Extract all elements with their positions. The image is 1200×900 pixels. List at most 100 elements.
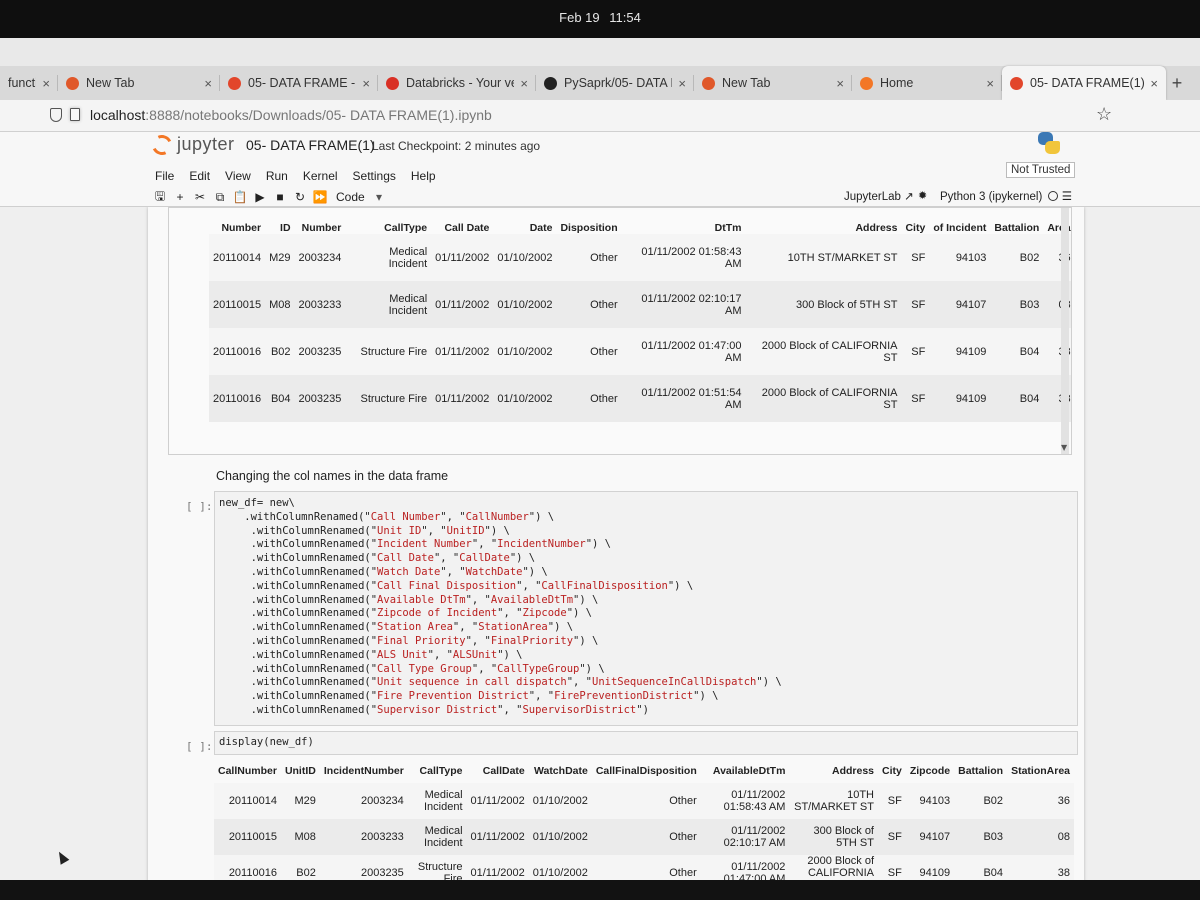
trust-status-button[interactable]: Not Trusted xyxy=(1006,162,1076,178)
table-cell: B02 xyxy=(990,234,1044,281)
output-table-1[interactable]: Number ID Number CallType Call Date Date Dispo… xyxy=(168,207,1072,455)
code-string: Fire Prevention District xyxy=(377,690,529,703)
menu-item-run[interactable]: Run xyxy=(266,169,288,183)
page-icon[interactable] xyxy=(70,108,80,121)
copy-icon[interactable]: ⧉ xyxy=(210,190,230,205)
add-cell-icon[interactable]: + xyxy=(170,190,190,204)
code-cell-rename[interactable]: new_df= new\ .withColumnRenamed("Call Nu… xyxy=(214,491,1078,726)
code-string: Unit ID xyxy=(377,524,422,537)
column-header[interactable]: Number xyxy=(209,208,265,234)
menu-item-view[interactable]: View xyxy=(225,169,251,183)
column-header[interactable]: of Incident xyxy=(929,208,990,234)
close-icon[interactable]: × xyxy=(362,76,370,91)
output-table-2[interactable]: CallNumber UnitID IncidentNumber CallType Ca… xyxy=(214,759,1084,900)
table-cell: 2003234 xyxy=(294,234,346,281)
code-string: Call Date xyxy=(377,552,434,565)
run-icon[interactable]: ▶ xyxy=(250,190,270,204)
column-header[interactable]: Battalion xyxy=(954,759,1007,783)
cell-type-select[interactable]: Code xyxy=(336,190,396,204)
browser-tab[interactable]: 05- DATA FRAME - Data × xyxy=(220,66,378,100)
menu-bar: File Edit View Run Kernel Settings Help xyxy=(155,169,436,183)
table-cell: 300 Block of 5TH ST xyxy=(745,281,902,328)
column-header[interactable]: CallNumber xyxy=(214,759,281,783)
column-header[interactable]: Date xyxy=(493,208,556,234)
code-string: Zipcode of Incident xyxy=(377,607,498,620)
scroll-down-icon[interactable]: ▼ xyxy=(1061,443,1067,452)
browser-tab[interactable]: functio × xyxy=(0,66,58,100)
system-clock[interactable]: Feb 19 11:54 xyxy=(0,10,1200,25)
table-cell: 01/11/2002 01:51:54 AM xyxy=(621,375,746,422)
browser-tab[interactable]: 05- DATA FRAME(1) × xyxy=(1002,66,1166,100)
browser-tab[interactable]: Home × xyxy=(852,66,1002,100)
url-text[interactable]: localhost:8888/notebooks/Downloads/05- D… xyxy=(90,107,492,123)
kernel-idle-icon xyxy=(1048,191,1059,201)
jupyterlab-link[interactable]: JupyterLab ↗ xyxy=(844,189,914,203)
tab-strip: functio×New Tab×05- DATA FRAME - Data×Da… xyxy=(0,66,1200,100)
column-header[interactable]: CallType xyxy=(408,759,467,783)
column-header[interactable]: Zipcode xyxy=(906,759,954,783)
debugger-bug-icon[interactable]: ✹ xyxy=(918,189,927,202)
fast-forward-icon[interactable]: ⏩ xyxy=(310,190,330,204)
table-cell: 20110014 xyxy=(214,783,281,819)
table-cell: 10TH ST/MARKET ST xyxy=(789,783,878,819)
column-header[interactable]: WatchDate xyxy=(529,759,592,783)
kernel-menu-icon[interactable]: ☰ xyxy=(1062,191,1072,203)
menu-item-help[interactable]: Help xyxy=(411,169,436,183)
menu-item-edit[interactable]: Edit xyxy=(189,169,210,183)
paste-icon[interactable]: 📋 xyxy=(230,190,250,204)
browser-tab[interactable]: New Tab × xyxy=(58,66,220,100)
cut-icon[interactable]: ✂ xyxy=(190,190,210,204)
browser-tab[interactable]: New Tab × xyxy=(694,66,852,100)
markdown-cell[interactable]: Changing the col names in the data frame xyxy=(216,469,448,483)
menu-item-settings[interactable]: Settings xyxy=(353,169,396,183)
code-string: Call Type Group xyxy=(377,662,472,675)
kernel-status[interactable]: Python 3 (ipykernel) ☰ xyxy=(940,189,1072,203)
output-scrollbar[interactable]: ▼ xyxy=(1061,208,1069,454)
table-cell: 08 xyxy=(1007,819,1074,855)
code-cell-display[interactable]: display(new_df) xyxy=(214,731,1078,755)
column-header[interactable]: AvailableDtTm xyxy=(701,759,790,783)
column-header[interactable]: DtTm xyxy=(622,208,746,234)
menu-item-kernel[interactable]: Kernel xyxy=(303,169,338,183)
save-icon[interactable]: 🖫 xyxy=(150,187,170,208)
close-icon[interactable]: × xyxy=(986,76,994,91)
code-string: Call Number xyxy=(370,510,441,523)
close-icon[interactable]: × xyxy=(1150,76,1158,91)
column-header[interactable]: Address xyxy=(746,208,902,234)
column-header[interactable]: StationArea xyxy=(1007,759,1074,783)
notebook-area[interactable]: Number ID Number CallType Call Date Date Dispo… xyxy=(0,207,1200,900)
column-header[interactable]: ID xyxy=(265,208,294,234)
column-header[interactable]: CallDate xyxy=(467,759,529,783)
column-header[interactable]: City xyxy=(901,208,929,234)
column-header[interactable]: CallType xyxy=(345,208,431,234)
column-header[interactable]: City xyxy=(878,759,906,783)
new-tab-button[interactable]: + xyxy=(1166,66,1188,100)
close-icon[interactable]: × xyxy=(42,76,50,91)
table-cell: Medical Incident xyxy=(407,783,467,819)
stop-icon[interactable]: ■ xyxy=(270,190,290,204)
notebook-title[interactable]: 05- DATA FRAME(1) xyxy=(246,137,375,153)
column-header[interactable]: Number xyxy=(295,208,346,234)
close-icon[interactable]: × xyxy=(836,76,844,91)
code-string: CallNumber xyxy=(465,510,529,523)
column-header[interactable]: Call Date xyxy=(431,208,493,234)
menu-item-file[interactable]: File xyxy=(155,169,174,183)
shield-icon[interactable] xyxy=(50,108,62,122)
column-header[interactable]: Battalion xyxy=(990,208,1043,234)
jupyter-logo[interactable]: jupyter xyxy=(149,131,235,158)
browser-tab-label: Databricks - Your verifi xyxy=(406,76,515,90)
column-header[interactable]: IncidentNumber xyxy=(320,759,408,783)
close-icon[interactable]: × xyxy=(678,76,686,91)
column-header[interactable]: Disposition xyxy=(556,208,621,234)
close-icon[interactable]: × xyxy=(520,76,528,91)
bookmark-star-icon[interactable]: ☆ xyxy=(1096,104,1112,125)
table-cell: M08 xyxy=(265,281,295,328)
browser-tab[interactable]: PySaprk/05- DATA FRA × xyxy=(536,66,694,100)
column-header[interactable]: CallFinalDisposition xyxy=(592,759,701,783)
restart-icon[interactable]: ↻ xyxy=(290,190,310,204)
column-header[interactable]: UnitID xyxy=(281,759,320,783)
browser-tab[interactable]: Databricks - Your verifi × xyxy=(378,66,536,100)
address-bar[interactable]: localhost:8888/notebooks/Downloads/05- D… xyxy=(0,100,1200,132)
close-icon[interactable]: × xyxy=(204,76,212,91)
column-header[interactable]: Address xyxy=(789,759,878,783)
